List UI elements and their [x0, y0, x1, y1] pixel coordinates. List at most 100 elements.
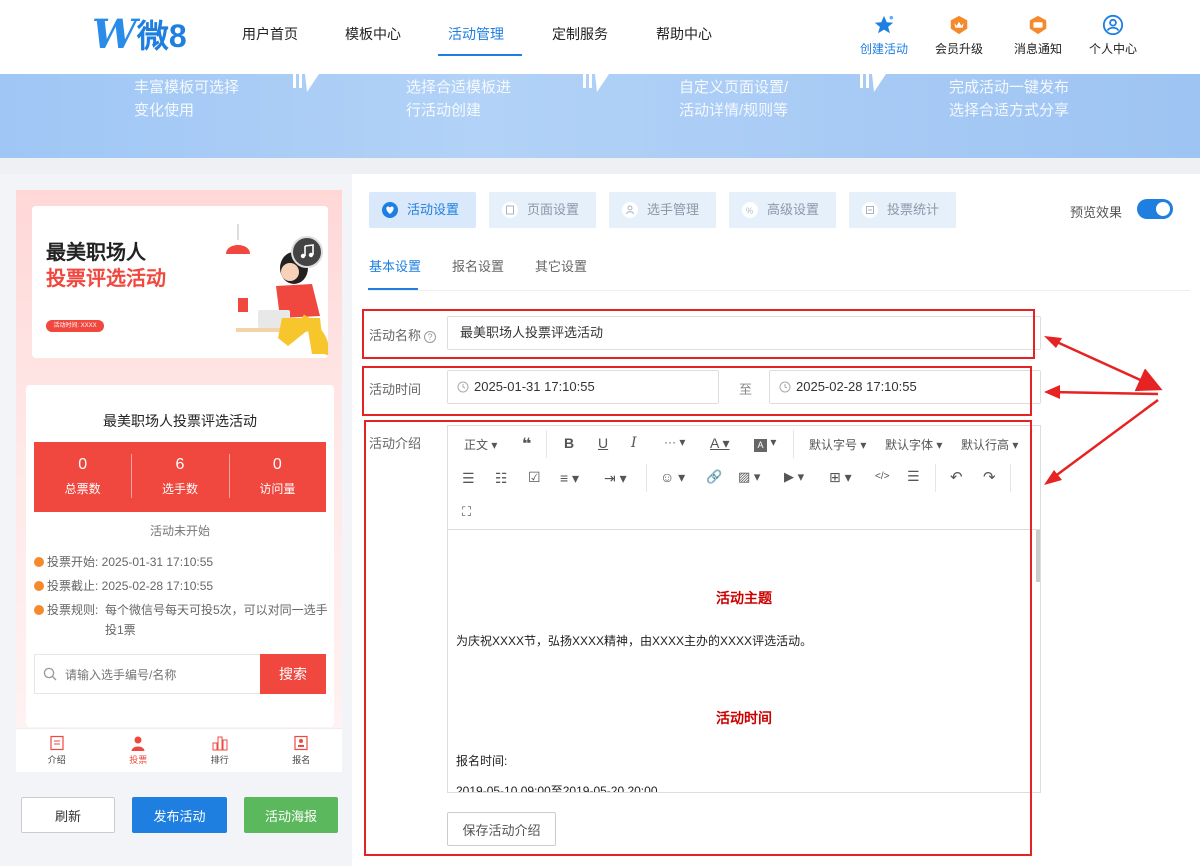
- banner-step-3: 自定义页面设置/ 活动详情/规则等: [679, 76, 788, 122]
- info-dot-icon: [34, 581, 44, 591]
- step-arrow-icon: [583, 74, 609, 92]
- stats-bar: 0 总票数 6 选手数 0 访问量: [34, 442, 326, 512]
- star-icon: [874, 15, 894, 34]
- preview-tabbar: 介绍 投票 排行 报名: [16, 728, 342, 772]
- create-activity-button[interactable]: 创建活动: [849, 14, 919, 57]
- stat-visits: 0 访问量: [228, 442, 326, 512]
- banner-step-1-line1: 丰富模板可选择: [134, 79, 240, 96]
- info-dot-icon: [34, 557, 44, 567]
- tab-page-settings[interactable]: 页面设置: [489, 192, 596, 228]
- music-toggle[interactable]: [291, 236, 323, 268]
- stat-value: 6: [175, 456, 185, 473]
- preview-effect-toggle[interactable]: [1137, 199, 1173, 219]
- nav-custom-service[interactable]: 定制服务: [552, 24, 608, 44]
- tab-vote-statistics[interactable]: 投票统计: [849, 192, 956, 228]
- logo-text: 微8: [136, 18, 187, 54]
- banner-step-4: 完成活动一键发布 选择合适方式分享: [949, 76, 1069, 122]
- heart-icon: [382, 202, 398, 218]
- annotation-box-time: [362, 366, 1032, 416]
- refresh-button[interactable]: 刷新: [21, 797, 115, 833]
- music-note-icon: [300, 244, 314, 259]
- tab-vote-statistics-label: 投票统计: [887, 202, 940, 217]
- banner-step-2-line2: 行活动创建: [406, 102, 482, 119]
- step-arrow-icon: [860, 74, 886, 92]
- subtab-other-settings[interactable]: 其它设置: [535, 256, 587, 275]
- personal-center-button[interactable]: 个人中心: [1078, 14, 1148, 57]
- poster-title-line2: 投票评选活动: [46, 268, 166, 290]
- stat-label: 总票数: [64, 482, 101, 496]
- step-arrow-icon: [293, 74, 319, 92]
- create-activity-label: 创建活动: [859, 42, 908, 56]
- tab-ranking[interactable]: 排行: [179, 729, 261, 772]
- stat-contestants: 6 选手数: [131, 442, 228, 512]
- tab-vote[interactable]: 投票: [98, 729, 180, 772]
- personal-center-label: 个人中心: [1088, 42, 1137, 56]
- editor-scrollbar[interactable]: [1036, 530, 1040, 582]
- tab-activity-settings[interactable]: 活动设置: [369, 192, 476, 228]
- banner-step-4-line1: 完成活动一键发布: [949, 79, 1070, 96]
- ranking-icon: [212, 736, 228, 751]
- banner-step-2-line1: 选择合适模板进: [406, 79, 512, 96]
- signup-icon: [294, 735, 308, 751]
- activity-poster: 最美职场人 投票评选活动 活动时间: XXXX: [32, 206, 328, 358]
- process-banner: 丰富模板可选择 变化使用 选择合适模板进 行活动创建 自定义页面设置/ 活动详情…: [0, 74, 1200, 158]
- tab-contestant-management[interactable]: 选手管理: [609, 192, 716, 228]
- document-icon: [50, 735, 64, 751]
- tab-signup[interactable]: 报名: [261, 729, 343, 772]
- stat-total-votes: 0 总票数: [34, 442, 131, 512]
- logo-mark: W: [92, 10, 137, 58]
- svg-text:%: %: [746, 207, 753, 216]
- publish-activity-button[interactable]: 发布活动: [132, 797, 227, 833]
- annotation-arrows: [1044, 336, 1163, 485]
- nav-user-home[interactable]: 用户首页: [242, 24, 298, 44]
- tab-signup-label: 报名: [292, 755, 311, 765]
- stat-value: 0: [272, 456, 282, 473]
- vote-end-line: 投票截止: 2025-02-28 17:10:55: [34, 576, 213, 596]
- subtab-basic-settings[interactable]: 基本设置: [369, 256, 421, 275]
- page-icon: [502, 202, 518, 218]
- banner-step-2: 选择合适模板进 行活动创建: [406, 76, 511, 122]
- banner-step-3-line2: 活动详情/规则等: [679, 102, 789, 119]
- statistics-icon: [862, 202, 878, 218]
- banner-step-1: 丰富模板可选择 变化使用: [134, 76, 239, 122]
- person-icon: [131, 736, 145, 751]
- stat-label: 选手数: [161, 482, 198, 496]
- subtab-signup-settings[interactable]: 报名设置: [452, 256, 504, 275]
- preview-effect-label: 预览效果: [1070, 205, 1123, 220]
- tab-ranking-label: 排行: [210, 755, 229, 765]
- activity-status: 活动未开始: [149, 524, 210, 538]
- activity-info-card: 最美职场人投票评选活动 0 总票数 6 选手数 0 访问量 活动未开始 投票开始…: [26, 385, 334, 727]
- tab-intro[interactable]: 介绍: [16, 729, 98, 772]
- info-dot-icon: [34, 605, 44, 615]
- top-nav: W 微8 用户首页 模板中心 活动管理 定制服务 帮助中心 创建活动 会员升级 …: [0, 0, 1200, 74]
- banner-step-1-line2: 变化使用: [134, 102, 195, 119]
- user-icon: [1102, 14, 1124, 36]
- notifications-button[interactable]: 消息通知: [1003, 14, 1073, 57]
- person-icon: [622, 202, 638, 218]
- member-upgrade-button[interactable]: 会员升级: [924, 14, 994, 57]
- banner-step-3-line1: 自定义页面设置/: [679, 79, 789, 96]
- nav-help-center[interactable]: 帮助中心: [656, 24, 712, 44]
- banner-divider: [0, 158, 1200, 174]
- subtab-active-indicator: [368, 288, 418, 290]
- message-badge-icon: [1029, 15, 1047, 35]
- poster-time-pill: 活动时间: XXXX: [46, 320, 104, 332]
- vote-start-line: 投票开始: 2025-01-31 17:10:55: [34, 552, 213, 572]
- nav-activity-management[interactable]: 活动管理: [448, 24, 504, 44]
- card-activity-title: 最美职场人投票评选活动: [103, 413, 257, 429]
- vote-rule-label: 投票规则:: [47, 603, 99, 617]
- logo[interactable]: W 微8: [92, 10, 187, 58]
- stat-label: 访问量: [259, 482, 296, 496]
- poster-title-line1: 最美职场人: [46, 242, 146, 264]
- crown-badge-icon: [950, 15, 968, 35]
- tab-activity-settings-label: 活动设置: [407, 202, 460, 217]
- notifications-label: 消息通知: [1013, 42, 1062, 56]
- member-upgrade-label: 会员升级: [934, 42, 983, 56]
- tab-advanced-settings[interactable]: % 高级设置: [729, 192, 836, 228]
- subtab-divider: [368, 290, 1190, 291]
- banner-step-4-line2: 选择合适方式分享: [949, 102, 1070, 119]
- tab-page-settings-label: 页面设置: [527, 202, 580, 217]
- activity-poster-button[interactable]: 活动海报: [244, 797, 338, 833]
- vote-rule-text: 每个微信号每天可投5次，可以对同一选手投1票: [105, 603, 328, 637]
- nav-template-center[interactable]: 模板中心: [345, 24, 401, 44]
